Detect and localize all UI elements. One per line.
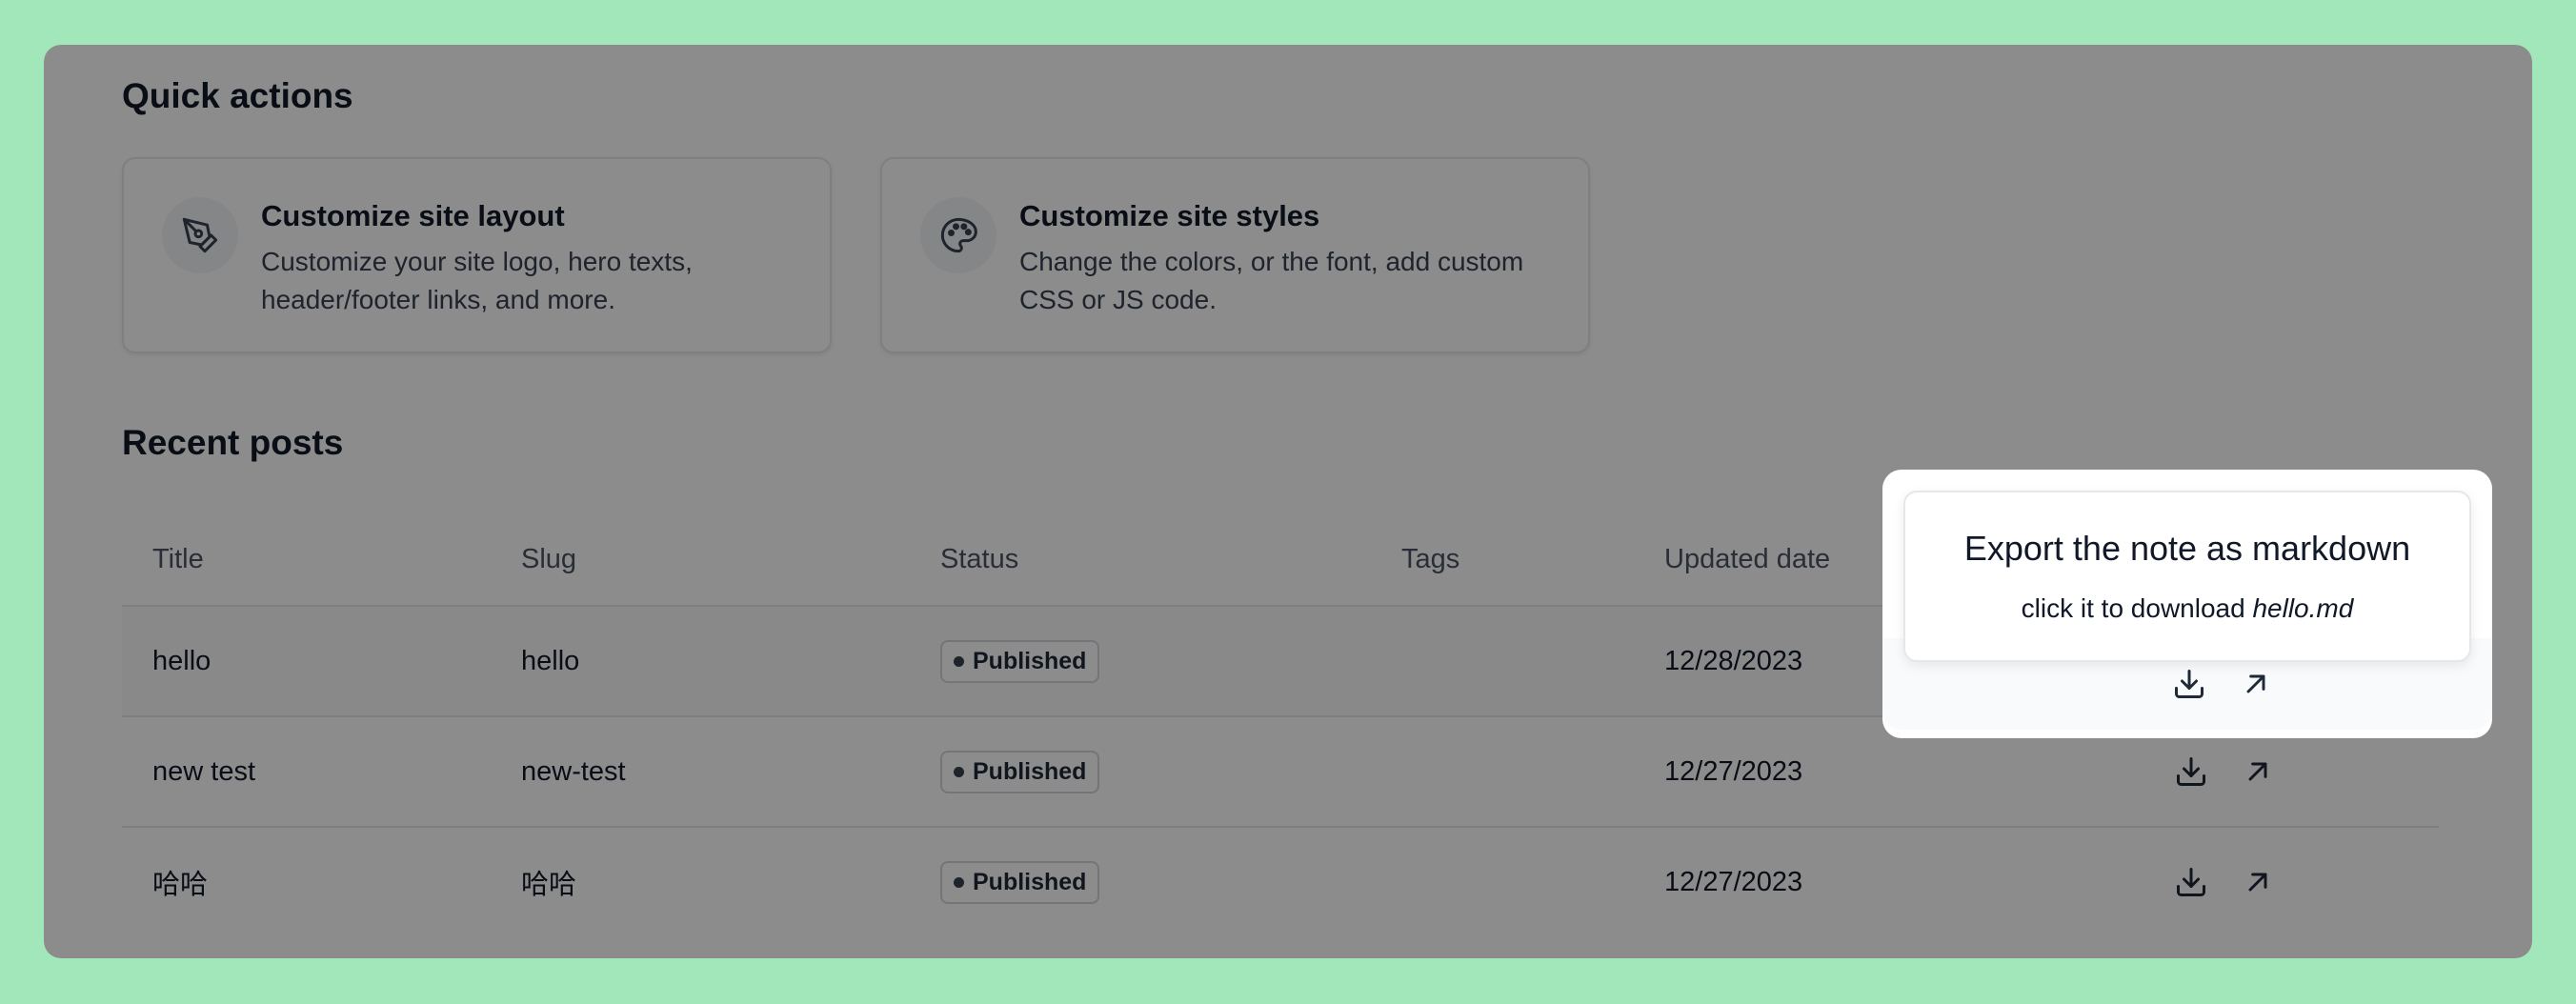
tooltip-filename: hello.md [2252,593,2354,623]
export-tooltip: Export the note as markdown click it to … [1903,491,2471,662]
tour-spotlight: Export the note as markdown click it to … [1882,470,2492,738]
tooltip-body: click it to download hello.md [1905,593,2469,624]
dashboard-panel: Quick actions Customize site layout Cust… [44,45,2532,958]
download-icon[interactable] [2170,665,2208,703]
tooltip-body-text: click it to download [2021,593,2245,623]
open-external-arrow-icon[interactable] [2237,665,2275,703]
tooltip-title: Export the note as markdown [1963,529,2411,568]
